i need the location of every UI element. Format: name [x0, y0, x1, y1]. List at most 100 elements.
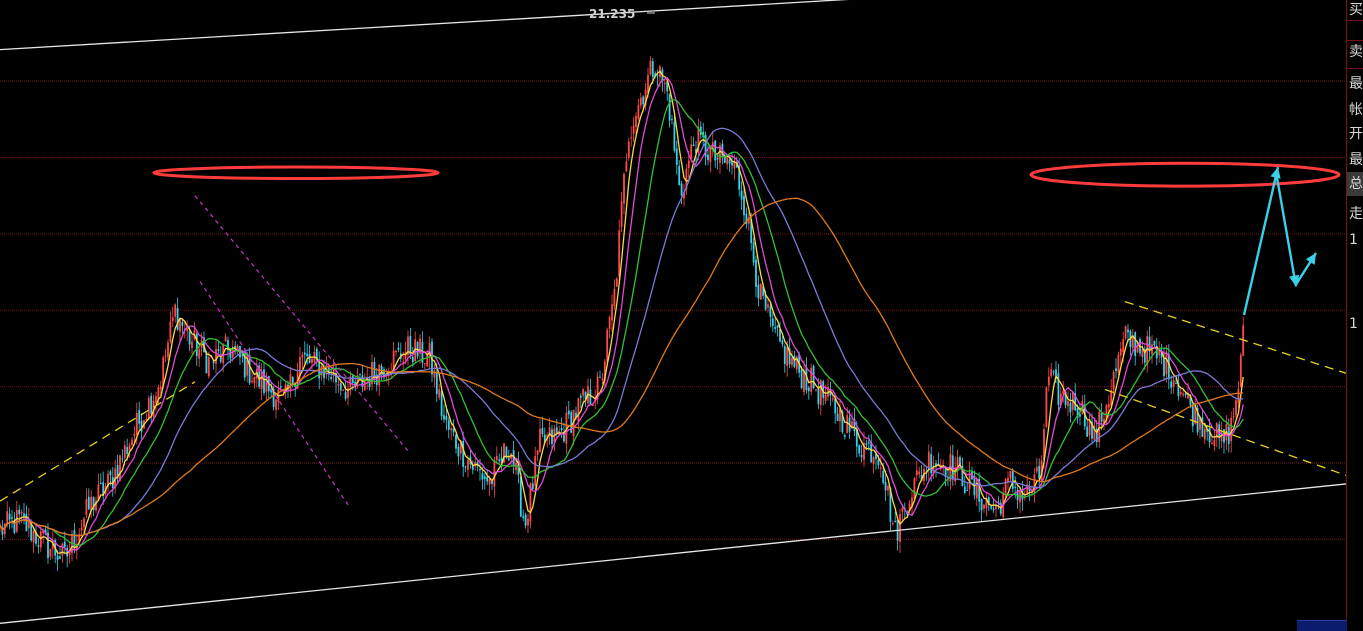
candle-body — [87, 496, 90, 510]
candle-body — [959, 456, 961, 465]
bottom-scroll-tab[interactable] — [1297, 620, 1347, 631]
side-separator — [1347, 20, 1363, 21]
candle-body — [59, 556, 61, 559]
candle-body — [1004, 478, 1007, 495]
candle-body — [1115, 368, 1117, 372]
candle-body — [519, 476, 522, 517]
candle-body — [726, 157, 729, 165]
candle-body — [159, 386, 162, 390]
candle-body — [1079, 414, 1081, 417]
candle-body — [627, 141, 630, 158]
forecast-arrow-line — [1274, 171, 1298, 287]
candle-body — [251, 380, 253, 382]
candle-body — [675, 148, 678, 165]
candle-body — [817, 386, 820, 405]
candle-body — [865, 443, 868, 445]
side-label-total: 总 — [1349, 176, 1363, 192]
peak-price-label: 21.235 — [589, 7, 635, 21]
candle-body — [541, 427, 544, 435]
candle-body — [680, 183, 683, 196]
candle-body — [351, 375, 354, 384]
candle-body — [620, 201, 623, 228]
candle-body — [1184, 393, 1187, 396]
candle-body — [1158, 351, 1161, 356]
candle-body — [642, 96, 645, 105]
candle-body — [812, 365, 815, 389]
side-label-change: 帐 — [1349, 102, 1363, 118]
candle-body — [1191, 404, 1194, 427]
chart-canvas[interactable]: 21.235 — [0, 0, 1346, 630]
candle-body — [363, 380, 366, 391]
candle-body — [49, 548, 52, 557]
candle-body — [337, 384, 340, 386]
candle-body — [522, 516, 525, 518]
candle-body — [1239, 354, 1242, 387]
candle-body — [191, 341, 193, 349]
candle-body — [1211, 443, 1213, 445]
candle-body — [11, 517, 13, 519]
candle-body — [560, 428, 563, 431]
side-value: 1 — [1349, 316, 1358, 332]
candle-body — [635, 115, 637, 128]
candle-body — [306, 353, 309, 357]
candle-body — [188, 331, 191, 345]
candle-body — [260, 372, 263, 390]
candle-body — [815, 389, 817, 391]
candle-body — [169, 321, 172, 342]
candle-body — [824, 394, 827, 401]
candle-body — [759, 283, 762, 300]
candle-body — [61, 543, 64, 556]
candle-body — [534, 455, 537, 486]
candle-body — [877, 459, 880, 466]
moving-average-line — [0, 70, 1244, 554]
candle-body — [481, 473, 484, 480]
candle-body — [591, 404, 594, 406]
candle-body — [37, 545, 40, 547]
channel-bottom-line — [0, 483, 1346, 624]
candle-body — [215, 349, 217, 364]
candle-body — [1055, 369, 1057, 376]
candle-body — [1009, 471, 1012, 479]
candle-body — [207, 357, 210, 377]
candle-body — [303, 352, 306, 355]
side-label-buy: 买 — [1349, 2, 1363, 18]
candle-body — [767, 304, 769, 308]
candle-body — [83, 518, 85, 528]
candle-body — [769, 306, 772, 317]
candle-body — [275, 399, 277, 410]
candle-body — [1035, 467, 1038, 472]
candle-body — [342, 390, 345, 392]
candle-body — [1122, 339, 1125, 353]
candle-body — [167, 342, 169, 358]
candle-body — [757, 284, 760, 299]
candle-body — [983, 504, 985, 509]
candle-body — [80, 527, 83, 531]
candle-body — [109, 471, 112, 476]
candle-body — [884, 481, 887, 491]
candle-body — [1172, 380, 1175, 387]
candle-body — [752, 242, 755, 263]
resistance-ellipse — [1029, 161, 1341, 188]
candle-body — [253, 377, 256, 384]
candle-body — [709, 147, 712, 163]
candle-body — [479, 468, 481, 471]
candle-body — [630, 137, 633, 139]
candle-body — [930, 454, 933, 474]
candle-body — [483, 476, 486, 480]
candle-body — [308, 353, 311, 363]
price-chart[interactable]: 21.235 — [0, 0, 1346, 630]
moving-average-line — [0, 127, 1244, 537]
candle-body — [567, 410, 570, 415]
candle-body — [990, 506, 993, 509]
candle-body — [740, 190, 743, 200]
candle-body — [119, 455, 121, 481]
candle-body — [1107, 404, 1110, 408]
candle-body — [887, 486, 889, 491]
candle-body — [133, 434, 136, 437]
candle-body — [450, 428, 453, 431]
candle-body — [860, 454, 863, 458]
candle-body — [678, 165, 681, 186]
candle-body — [899, 513, 901, 542]
candle-body — [20, 511, 23, 514]
candle-body — [918, 471, 921, 475]
